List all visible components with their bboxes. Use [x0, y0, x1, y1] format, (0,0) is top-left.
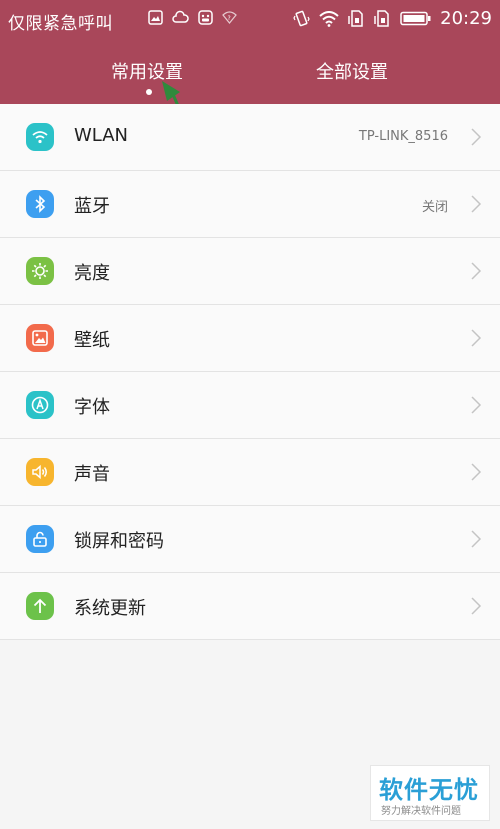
setting-label: 字体: [74, 397, 110, 418]
picture-icon: [32, 330, 48, 346]
setting-label: 亮度: [74, 263, 110, 284]
watermark-subtitle: 努力解决软件问题: [381, 806, 461, 817]
android-icon: [198, 10, 213, 25]
chevron-right-icon: [471, 597, 482, 615]
settings-list: WLAN TP-LINK_8516 蓝牙 关闭 亮度 壁纸 字体 声音 锁屏和密…: [0, 104, 500, 640]
settings-row-bluetooth[interactable]: 蓝牙 关闭: [0, 171, 500, 238]
wlan-icon-badge: [26, 123, 54, 151]
brightness-icon-badge: [26, 257, 54, 285]
sim-card-icon: [348, 10, 363, 27]
system-update-icon-badge: [26, 592, 54, 620]
status-bar: 仅限紧急呼叫 ? 20:29: [0, 0, 500, 38]
lockscreen-icon-badge: [26, 525, 54, 553]
cloud-icon: [172, 10, 189, 23]
chevron-right-icon: [471, 195, 482, 213]
header: 仅限紧急呼叫 ? 20:29 常用设置 全部设置: [0, 0, 500, 104]
setting-label: 系统更新: [74, 598, 146, 619]
vibrate-icon: [293, 10, 310, 27]
setting-label: 蓝牙: [74, 196, 110, 217]
watermark-title: 软件无忧: [379, 776, 479, 804]
setting-value: TP-LINK_8516: [358, 129, 448, 144]
wifi-icon: [32, 131, 48, 144]
setting-label: 声音: [74, 464, 110, 485]
bluetooth-icon-badge: [26, 190, 54, 218]
arrow-up-icon: [33, 598, 47, 613]
clock: 20:29: [440, 8, 492, 29]
settings-row-wlan[interactable]: WLAN TP-LINK_8516: [0, 104, 500, 171]
setting-label: WLAN: [74, 125, 129, 146]
svg-text:?: ?: [228, 15, 231, 22]
settings-row-system-update[interactable]: 系统更新: [0, 573, 500, 640]
setting-label: 壁纸: [74, 330, 110, 351]
carrier-text: 仅限紧急呼叫: [8, 14, 113, 34]
settings-row-brightness[interactable]: 亮度: [0, 238, 500, 305]
bluetooth-icon: [35, 195, 46, 213]
status-icons: 20:29: [293, 8, 492, 29]
font-icon-badge: [26, 391, 54, 419]
watermark-logo: 软件无忧 努力解决软件问题: [370, 765, 490, 821]
wifi-icon: [319, 10, 339, 27]
chevron-right-icon: [471, 463, 482, 481]
sun-icon: [32, 263, 48, 279]
notification-icons: ?: [148, 10, 237, 25]
setting-label: 锁屏和密码: [74, 531, 164, 552]
sound-icon-badge: [26, 458, 54, 486]
setting-value: 关闭: [421, 200, 448, 215]
settings-tabs: 常用设置 全部设置: [0, 38, 500, 104]
font-icon: [31, 396, 49, 414]
battery-icon: [400, 11, 431, 26]
sim-card-icon: [374, 10, 389, 27]
settings-row-lockscreen[interactable]: 锁屏和密码: [0, 506, 500, 573]
chevron-right-icon: [471, 396, 482, 414]
settings-row-font[interactable]: 字体: [0, 372, 500, 439]
chevron-right-icon: [471, 530, 482, 548]
settings-row-wallpaper[interactable]: 壁纸: [0, 305, 500, 372]
tab-all-settings[interactable]: 全部设置: [316, 58, 388, 84]
chevron-right-icon: [471, 329, 482, 347]
wifi-question-icon: ?: [222, 11, 237, 24]
chevron-right-icon: [471, 262, 482, 280]
wallpaper-icon-badge: [26, 324, 54, 352]
lock-icon: [33, 531, 47, 547]
chevron-right-icon: [471, 128, 482, 146]
settings-row-sound[interactable]: 声音: [0, 439, 500, 506]
speaker-icon: [32, 464, 47, 480]
image-icon: [148, 10, 163, 25]
